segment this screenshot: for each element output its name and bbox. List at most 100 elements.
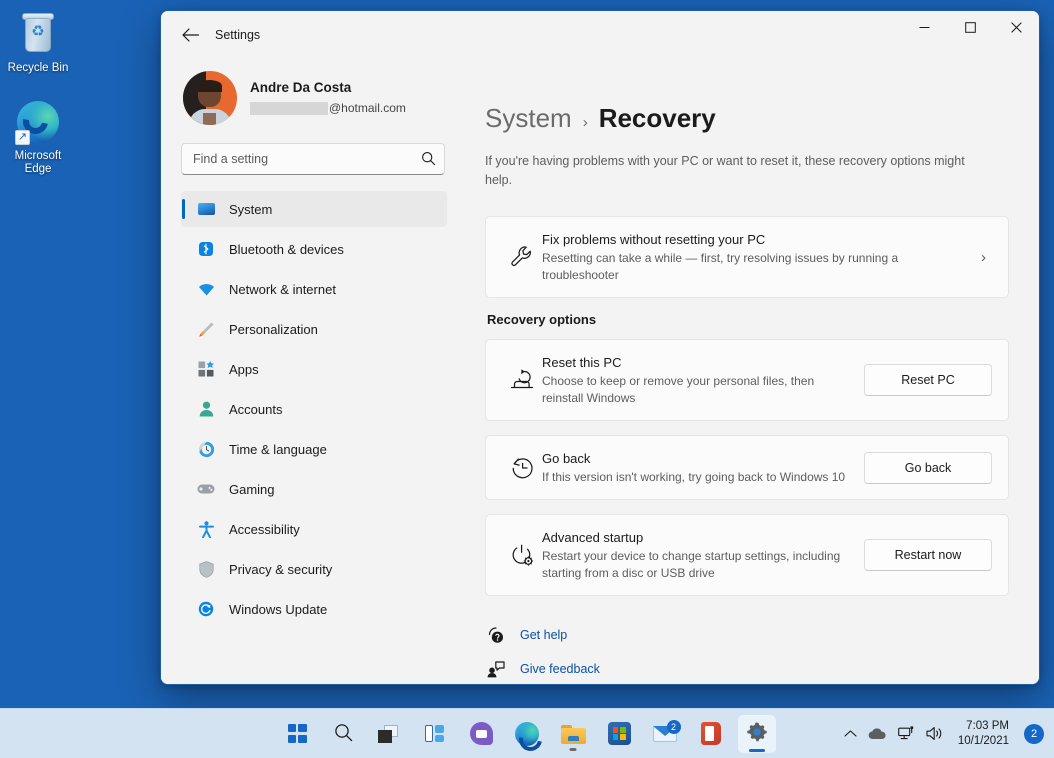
option-subtitle: Choose to keep or remove your personal f… [542, 374, 815, 405]
sidebar-item-network-internet[interactable]: Network & internet [181, 271, 447, 307]
section-heading: Recovery options [487, 312, 597, 327]
apps-grid-icon [197, 360, 215, 378]
profile-email: @hotmail.com [250, 99, 406, 117]
page-title: Recovery [598, 103, 716, 133]
window-titlebar[interactable]: Settings [161, 11, 1039, 59]
sidebar-item-accounts[interactable]: Accounts [181, 391, 447, 427]
gear-icon [746, 721, 768, 747]
power-gear-icon [502, 543, 542, 568]
sidebar-item-apps[interactable]: Apps [181, 351, 447, 387]
breadcrumb-parent[interactable]: System [485, 103, 572, 134]
option-row-go-back: Go back If this version isn't working, t… [485, 435, 1009, 500]
sidebar-item-bluetooth-devices[interactable]: Bluetooth & devices [181, 231, 447, 267]
maximize-button[interactable] [947, 11, 993, 43]
sidebar-item-privacy-security[interactable]: Privacy & security [181, 551, 447, 587]
folder-icon [560, 724, 586, 744]
minimize-button[interactable] [901, 11, 947, 43]
system-tray: 7:03 PM 10/1/2021 2 [844, 719, 1044, 749]
help-links: Get help Give feedback [485, 620, 1009, 684]
accessibility-icon [197, 520, 215, 538]
wifi-icon [197, 280, 215, 298]
gamepad-icon [197, 480, 215, 498]
option-title: Reset this PC [542, 355, 622, 370]
taskbar-buttons: 2 [278, 714, 776, 753]
taskbar-start-button[interactable] [278, 715, 316, 753]
taskbar-file-explorer-button[interactable] [554, 715, 592, 753]
taskbar-office-button[interactable] [692, 715, 730, 753]
cloud-icon[interactable] [868, 727, 887, 740]
link-label[interactable]: Get help [520, 628, 567, 642]
desktop-icon-microsoft-edge[interactable]: ↗ Microsoft Edge [0, 98, 76, 176]
reset-pc-button[interactable]: Reset PC [864, 364, 992, 396]
person-icon [197, 400, 215, 418]
speaker-icon[interactable] [926, 726, 944, 741]
clock-date: 10/1/2021 [957, 734, 1009, 747]
microsoft-edge-icon: ↗ [14, 98, 62, 146]
widgets-icon [425, 725, 445, 742]
link-get-help[interactable]: Get help [487, 620, 1009, 650]
sidebar-item-label: Personalization [229, 321, 318, 337]
bluetooth-icon [197, 240, 215, 258]
sidebar-item-personalization[interactable]: Personalization [181, 311, 447, 347]
taskbar-edge-button[interactable] [508, 715, 546, 753]
troubleshoot-card[interactable]: Fix problems without resetting your PC R… [485, 216, 1009, 298]
taskbar-store-button[interactable] [600, 715, 638, 753]
tray-overflow-chevron-up-icon[interactable] [844, 729, 857, 738]
option-row-reset-this-pc: Reset this PC Choose to keep or remove y… [485, 339, 1009, 421]
clock-icon [197, 440, 215, 458]
link-give-feedback[interactable]: Give feedback [487, 654, 1009, 684]
option-title: Go back [542, 451, 591, 466]
taskbar-chat-button[interactable] [462, 715, 500, 753]
chevron-right-icon: › [582, 114, 588, 131]
card-subtitle: Resetting can take a while — first, try … [542, 251, 899, 282]
sidebar-item-label: System [229, 201, 273, 217]
card-title: Fix problems without resetting your PC [542, 232, 766, 247]
shortcut-arrow-icon: ↗ [15, 130, 30, 145]
close-button[interactable] [993, 11, 1039, 43]
microsoft-store-icon [607, 722, 631, 745]
wrench-icon [502, 244, 542, 270]
taskbar-mail-button[interactable]: 2 [646, 715, 684, 753]
sidebar-item-gaming[interactable]: Gaming [181, 471, 447, 507]
window-body: Andre Da Costa @hotmail.com Find a setti… [161, 59, 1039, 684]
reset-pc-icon [502, 368, 542, 392]
restart-now-button[interactable]: Restart now [864, 539, 992, 571]
taskbar: 2 7:03 PM 10/1/2021 2 [0, 708, 1054, 758]
option-subtitle: Restart your device to change startup se… [542, 549, 841, 580]
sidebar-item-label: Network & internet [229, 281, 336, 297]
chevron-right-icon[interactable]: › [981, 249, 992, 266]
update-refresh-icon [197, 600, 215, 618]
sidebar-item-time-language[interactable]: Time & language [181, 431, 447, 467]
network-icon[interactable] [897, 726, 915, 741]
sidebar-item-label: Bluetooth & devices [229, 241, 344, 257]
go-back-button[interactable]: Go back [864, 451, 992, 484]
sidebar-item-windows-update[interactable]: Windows Update [181, 591, 447, 627]
sidebar-item-system[interactable]: System [181, 191, 447, 227]
office-icon [701, 722, 721, 745]
option-title: Advanced startup [542, 530, 644, 545]
sidebar-item-accessibility[interactable]: Accessibility [181, 511, 447, 547]
teams-chat-icon [469, 722, 493, 745]
back-button[interactable] [173, 20, 207, 50]
main-content: System › Recovery If you're having probl… [461, 59, 1039, 684]
profile-section[interactable]: Andre Da Costa @hotmail.com [179, 59, 447, 139]
redacted-email-username [250, 101, 328, 115]
desktop: ♻ Recycle Bin ↗ Microsoft Edge Settings [0, 0, 1054, 758]
desktop-icon-recycle-bin[interactable]: ♻ Recycle Bin [0, 10, 76, 75]
search-input[interactable] [181, 143, 445, 175]
notification-badge[interactable]: 2 [1024, 723, 1044, 744]
sidebar-nav: System Bluetooth & devices Network & int… [179, 191, 447, 627]
taskbar-search-button[interactable] [324, 715, 362, 753]
settings-window: Settings Andre Da Costa @hotmail.com Fin… [160, 10, 1040, 685]
taskbar-settings-button[interactable] [738, 714, 776, 753]
mail-icon: 2 [652, 720, 681, 743]
windows-logo-icon [287, 724, 307, 743]
link-label[interactable]: Give feedback [520, 662, 600, 676]
sidebar-item-label: Time & language [229, 441, 327, 457]
taskbar-clock[interactable]: 7:03 PM 10/1/2021 [958, 719, 1009, 749]
taskbar-task-view-button[interactable] [370, 715, 408, 753]
search-icon [334, 723, 353, 745]
taskbar-widgets-button[interactable] [416, 715, 454, 753]
sidebar: Andre Da Costa @hotmail.com Find a setti… [161, 59, 461, 684]
sidebar-item-label: Windows Update [229, 601, 328, 617]
